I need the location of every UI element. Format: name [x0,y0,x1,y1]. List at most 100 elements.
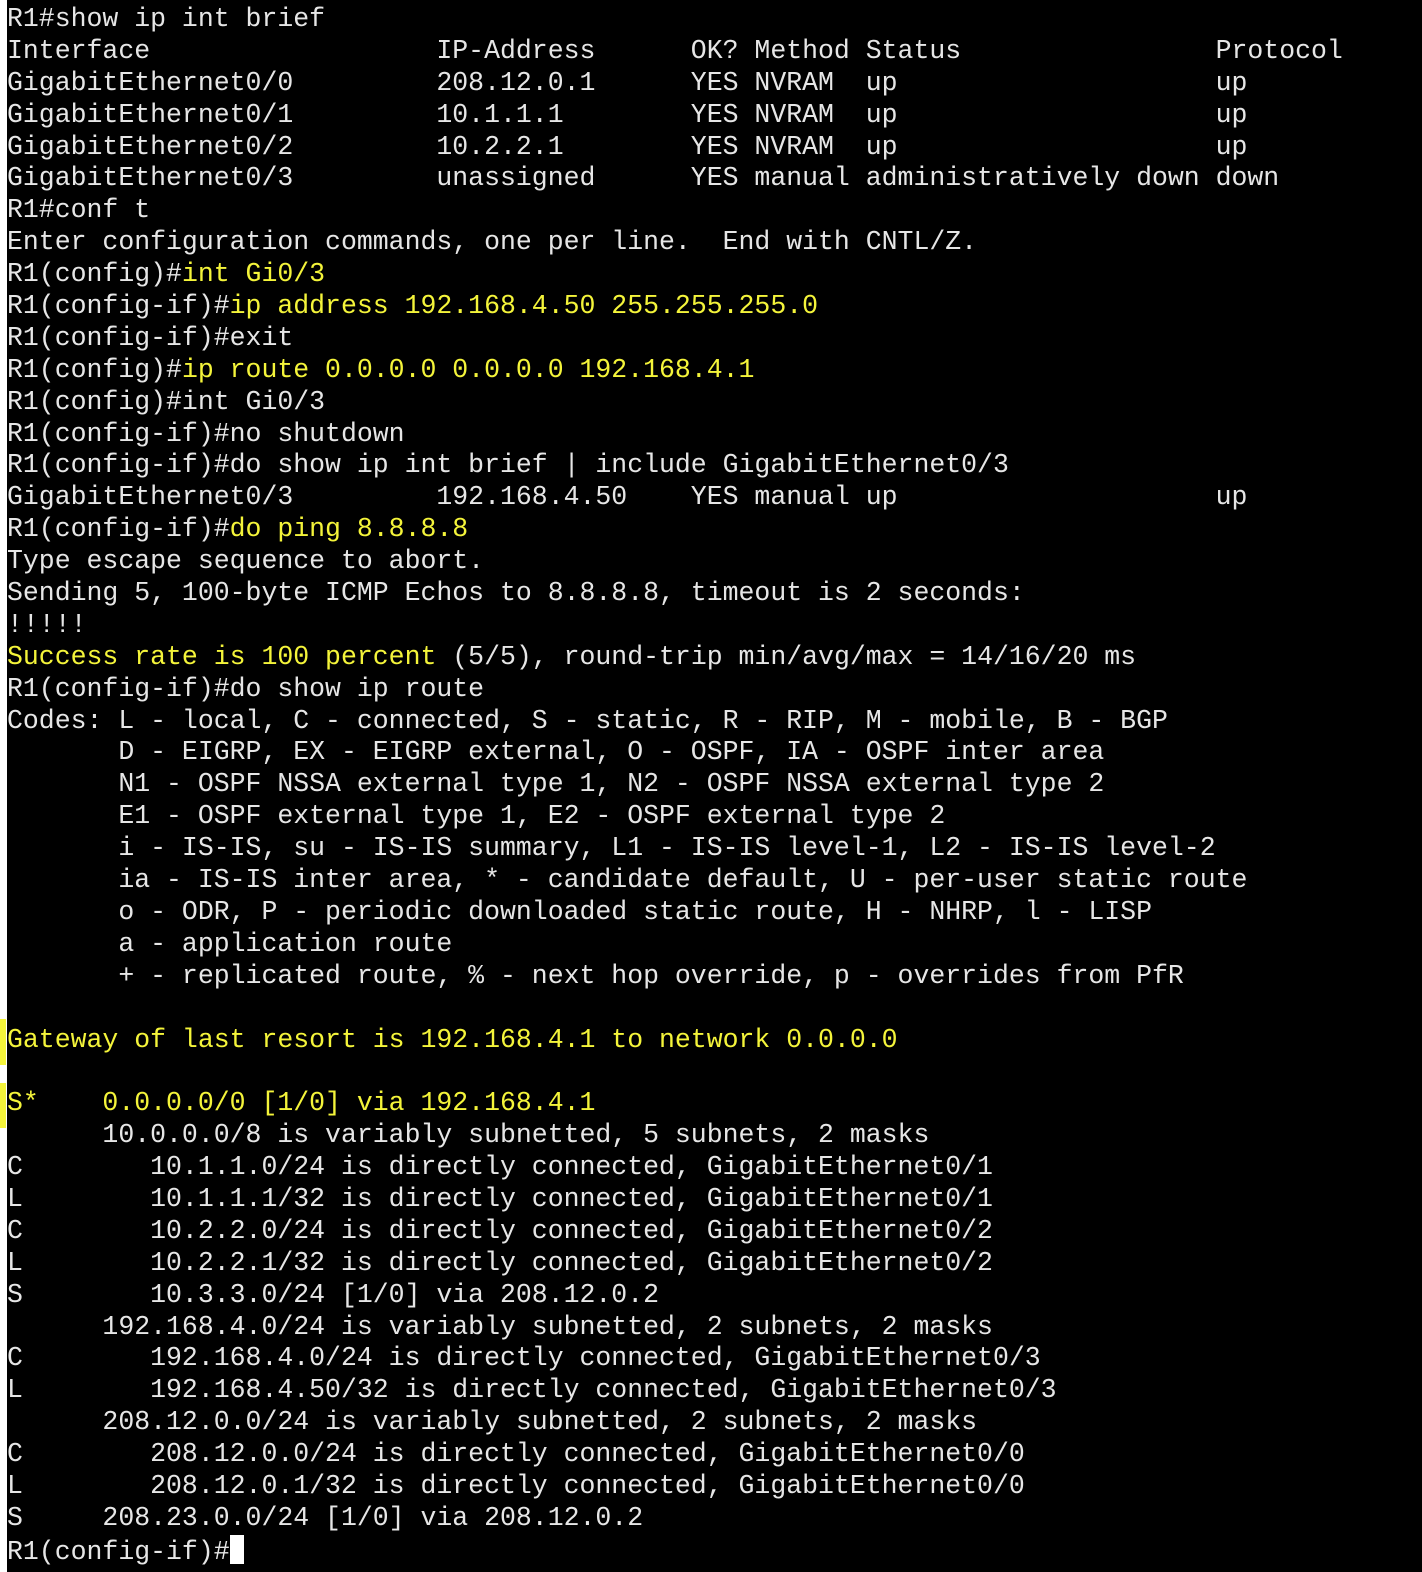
terminal-line: 208.12.0.0/24 is variably subnetted, 2 s… [7,1407,1417,1439]
terminal-line: GigabitEthernet0/3 unassigned YES manual… [7,163,1417,195]
terminal-output[interactable]: R1#show ip int brief Interface IP-Address… [7,0,1417,1572]
terminal-text: !!!!! [7,609,87,640]
terminal-text: Type escape sequence to abort. [7,546,485,577]
terminal-text: N1 - OSPF NSSA external type 1, N2 - OSP… [7,769,1105,800]
terminal-text: R1(config)#int Gi0/3 [7,386,326,417]
terminal-text: R1#show ip int brief [7,4,326,34]
terminal-line: Type escape sequence to abort. [7,546,1417,578]
terminal-text: + - replicated route, % - next hop overr… [7,960,1184,991]
highlighted-text: ip route 0.0.0.0 0.0.0.0 192.168.4.1 [181,354,755,385]
terminal-text: Codes: L - local, C - connected, S - sta… [7,705,1168,736]
terminal-line: !!!!! [7,610,1417,642]
terminal-line: i - IS-IS, su - IS-IS summary, L1 - IS-I… [7,833,1417,865]
terminal-text: L 10.1.1.1/32 is directly connected, Gig… [7,1183,993,1214]
terminal-text: Enter configuration commands, one per li… [7,227,978,258]
terminal-line: GigabitEthernet0/1 10.1.1.1 YES NVRAM up… [7,100,1417,132]
terminal-text: i - IS-IS, su - IS-IS summary, L1 - IS-I… [7,833,1216,864]
terminal-line: Success rate is 100 percent (5/5), round… [7,642,1417,674]
terminal-line: Gateway of last resort is 192.168.4.1 to… [7,1025,1417,1057]
highlighted-text: do ping 8.8.8.8 [229,514,469,545]
terminal-line: R1(config-if)#exit [7,323,1417,355]
terminal-line: Codes: L - local, C - connected, S - sta… [7,706,1417,738]
highlighted-text: S* 0.0.0.0/0 [1/0] via 192.168.4.1 [7,1088,596,1119]
terminal-line: R1(config-if)# [7,1534,1417,1567]
terminal-line: o - ODR, P - periodic downloaded static … [7,897,1417,929]
highlight-marker [0,1082,6,1129]
terminal-text: R1(config-if)#exit [7,322,294,353]
highlighted-text: Gateway of last resort is 192.168.4.1 to… [7,1024,898,1055]
terminal-text: R1#conf t [7,195,151,226]
terminal-text: C 192.168.4.0/24 is directly connected, … [7,1343,1041,1374]
terminal-line: S 10.3.3.0/24 [1/0] via 208.12.0.2 [7,1280,1417,1312]
terminal-line: L 10.2.2.1/32 is directly connected, Gig… [7,1248,1417,1280]
terminal-text: GigabitEthernet0/2 10.2.2.1 YES NVRAM up… [7,131,1248,162]
terminal-text: C 208.12.0.0/24 is directly connected, G… [7,1439,1025,1470]
terminal-line: Enter configuration commands, one per li… [7,227,1417,259]
highlighted-text: Success rate is 100 percent [7,641,437,672]
terminal-text: GigabitEthernet0/1 10.1.1.1 YES NVRAM up… [7,99,1248,130]
terminal-text: GigabitEthernet0/3 192.168.4.50 YES manu… [7,482,1248,513]
terminal-line: R1(config-if)#do show ip route [7,674,1417,706]
terminal-text: 10.0.0.0/8 is variably subnetted, 5 subn… [7,1120,930,1151]
terminal-text: R1(config)# [7,259,182,290]
terminal-text: C 10.2.2.0/24 is directly connected, Gig… [7,1215,993,1246]
terminal-text: R1(config-if)#do show ip route [7,673,485,704]
terminal-line: L 208.12.0.1/32 is directly connected, G… [7,1471,1417,1503]
terminal-text: (5/5), round-trip min/avg/max = 14/16/20… [436,641,1137,672]
highlighted-text: int Gi0/3 [181,259,326,290]
terminal-text: R1(config)# [7,354,182,385]
terminal-text: Sending 5, 100-byte ICMP Echos to 8.8.8.… [7,578,1025,609]
terminal-text: Interface IP-Address OK? Method Status P… [7,35,1343,66]
terminal-text: ia - IS-IS inter area, * - candidate def… [7,865,1248,896]
terminal-line: R1(config-if)#do ping 8.8.8.8 [7,514,1417,546]
terminal-text: E1 - OSPF external type 1, E2 - OSPF ext… [7,801,946,832]
terminal-line: ia - IS-IS inter area, * - candidate def… [7,865,1417,897]
terminal-text: o - ODR, P - periodic downloaded static … [7,896,1152,927]
terminal-line: R1#conf t [7,195,1417,227]
terminal-line: R1(config)#int Gi0/3 [7,387,1417,419]
terminal-line: a - application route [7,929,1417,961]
terminal-text: C 10.1.1.0/24 is directly connected, Gig… [7,1152,993,1183]
terminal-line: S 208.23.0.0/24 [1/0] via 208.12.0.2 [7,1503,1417,1535]
terminal-text: R1(config-if)#do show ip int brief | inc… [7,450,1009,481]
text-cursor [229,1534,244,1564]
terminal-line: D - EIGRP, EX - EIGRP external, O - OSPF… [7,737,1417,769]
terminal-text: S 10.3.3.0/24 [1/0] via 208.12.0.2 [7,1279,660,1310]
terminal-line: S* 0.0.0.0/0 [1/0] via 192.168.4.1 [7,1088,1417,1120]
terminal-text: GigabitEthernet0/0 208.12.0.1 YES NVRAM … [7,67,1248,98]
window-left-edge [0,0,7,1572]
terminal-text: R1(config-if)# [7,1536,230,1567]
terminal-line: R1(config)#int Gi0/3 [7,259,1417,291]
terminal-text: GigabitEthernet0/3 unassigned YES manual… [7,163,1280,194]
highlight-marker [0,1018,6,1065]
terminal-line: R1#show ip int brief [7,4,1417,36]
terminal-line: N1 - OSPF NSSA external type 1, N2 - OSP… [7,769,1417,801]
terminal-line: C 208.12.0.0/24 is directly connected, G… [7,1439,1417,1471]
terminal-text: L 208.12.0.1/32 is directly connected, G… [7,1470,1025,1501]
terminal-line: 192.168.4.0/24 is variably subnetted, 2 … [7,1312,1417,1344]
terminal-text: R1(config-if)# [7,291,230,322]
terminal-text: L 192.168.4.50/32 is directly connected,… [7,1375,1057,1406]
terminal-text: a - application route [7,928,453,959]
terminal-line: R1(config-if)#ip address 192.168.4.50 25… [7,291,1417,323]
terminal-text: 208.12.0.0/24 is variably subnetted, 2 s… [7,1407,978,1438]
terminal-line: GigabitEthernet0/3 192.168.4.50 YES manu… [7,482,1417,514]
terminal-text: 192.168.4.0/24 is variably subnetted, 2 … [7,1311,993,1342]
terminal-line: 10.0.0.0/8 is variably subnetted, 5 subn… [7,1120,1417,1152]
highlighted-text: ip address 192.168.4.50 255.255.255.0 [229,291,819,322]
terminal-text: S 208.23.0.0/24 [1/0] via 208.12.0.2 [7,1502,644,1533]
terminal-line: GigabitEthernet0/0 208.12.0.1 YES NVRAM … [7,68,1417,100]
terminal-line: R1(config-if)#do show ip int brief | inc… [7,450,1417,482]
terminal-line: E1 - OSPF external type 1, E2 - OSPF ext… [7,801,1417,833]
terminal-line: L 10.1.1.1/32 is directly connected, Gig… [7,1184,1417,1216]
terminal-line: C 10.2.2.0/24 is directly connected, Gig… [7,1216,1417,1248]
terminal-line: L 192.168.4.50/32 is directly connected,… [7,1375,1417,1407]
terminal-line: R1(config-if)#no shutdown [7,419,1417,451]
terminal-line: GigabitEthernet0/2 10.2.2.1 YES NVRAM up… [7,132,1417,164]
terminal-line: R1(config)#ip route 0.0.0.0 0.0.0.0 192.… [7,355,1417,387]
terminal-line: + - replicated route, % - next hop overr… [7,961,1417,993]
terminal-text: R1(config-if)#no shutdown [7,418,405,449]
terminal-line: C 192.168.4.0/24 is directly connected, … [7,1343,1417,1375]
